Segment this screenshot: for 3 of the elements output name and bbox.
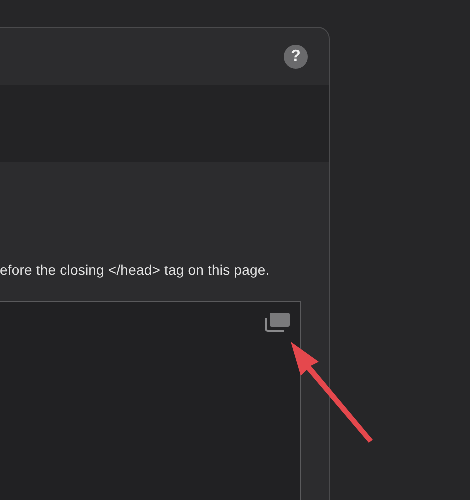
instruction-text: efore the closing </head> tag on this page. <box>0 262 271 278</box>
copy-icon[interactable] <box>265 312 291 332</box>
help-button[interactable]: ? <box>284 44 308 68</box>
